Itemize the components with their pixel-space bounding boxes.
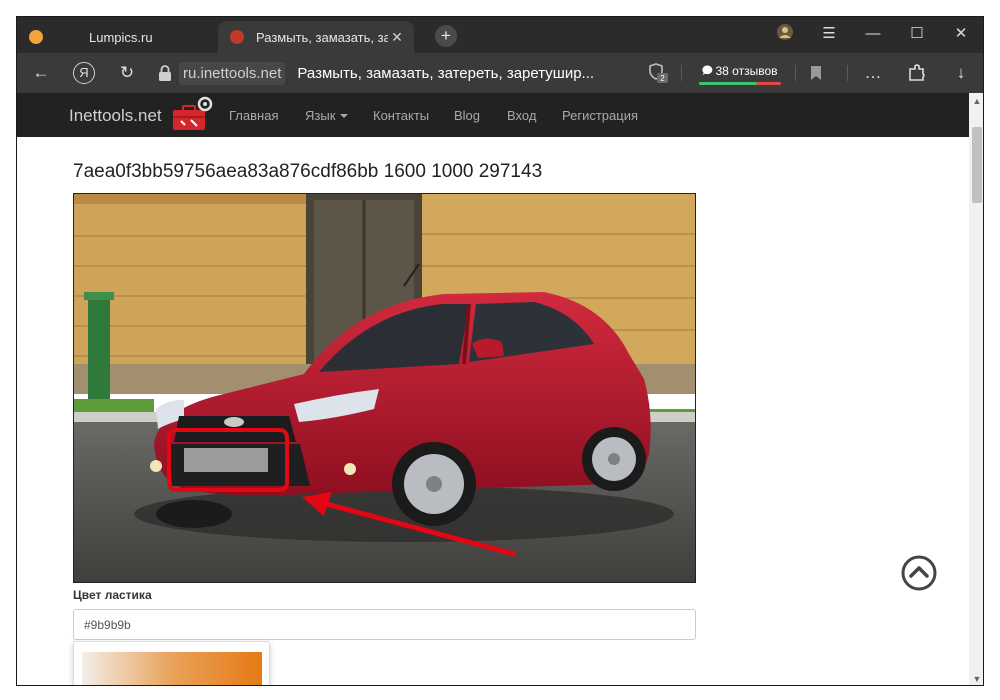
- protect-badge: 2: [660, 74, 665, 83]
- inettools-favicon-icon: [230, 30, 244, 44]
- tab-strip: Lumpics.ru Размыть, замазать, зате ✕ + ☰…: [17, 17, 983, 53]
- divider: [795, 65, 796, 81]
- divider: [681, 65, 682, 81]
- shield-icon[interactable]: 2: [647, 62, 669, 84]
- chevron-up-circle-icon[interactable]: [899, 553, 939, 593]
- maximize-button[interactable]: ☐: [903, 23, 931, 45]
- scroll-down-arrow-icon[interactable]: ▼: [969, 671, 983, 685]
- eraser-color-label: Цвет ластика: [73, 588, 152, 602]
- scroll-up-arrow-icon[interactable]: ▲: [969, 93, 983, 109]
- avatar-icon[interactable]: [771, 23, 799, 45]
- car-photo: [74, 194, 695, 582]
- address-host: ru.inettools.net: [179, 61, 286, 85]
- nav-link-contacts[interactable]: Контакты: [373, 108, 429, 123]
- menu-icon[interactable]: ☰: [815, 23, 843, 45]
- caret-down-icon: [340, 114, 349, 118]
- nav-link-register[interactable]: Регистрация: [562, 108, 638, 123]
- new-tab-button[interactable]: +: [435, 25, 457, 47]
- reviews-button[interactable]: 38 отзывов: [697, 61, 783, 85]
- nav-link-home[interactable]: Главная: [229, 108, 278, 123]
- color-picker-gradient[interactable]: [82, 652, 262, 685]
- comment-icon: [702, 65, 713, 75]
- more-button[interactable]: …: [861, 62, 885, 84]
- nav-link-blog[interactable]: Blog: [454, 108, 480, 123]
- vertical-scrollbar[interactable]: ▲ ▼: [969, 93, 983, 685]
- reload-button[interactable]: ↻: [115, 62, 139, 84]
- address-bar[interactable]: ru.inettools.net Размыть, замазать, зате…: [157, 59, 647, 87]
- browser-window: Lumpics.ru Размыть, замазать, зате ✕ + ☰…: [16, 16, 984, 686]
- nav-language-dropdown[interactable]: Язык: [305, 108, 349, 123]
- nav-link-login[interactable]: Вход: [507, 108, 536, 123]
- scrollbar-thumb[interactable]: [972, 127, 982, 203]
- tab-title: Lumpics.ru: [89, 29, 153, 45]
- divider: [847, 65, 848, 81]
- toolbox-icon: [173, 96, 213, 130]
- photo-canvas[interactable]: [73, 193, 696, 583]
- yandex-button[interactable]: Я: [73, 62, 95, 84]
- lock-icon: [159, 65, 171, 81]
- image-title: 7aea0f3bb59756aea83a876cdf86bb 1600 1000…: [73, 161, 543, 182]
- nav-language-label: Язык: [305, 108, 336, 123]
- close-window-button[interactable]: ✕: [947, 23, 975, 45]
- navigation-bar: ← Я ↻ ru.inettools.net Размыть, замазать…: [17, 53, 983, 93]
- site-brand-link[interactable]: Inettools.net: [69, 106, 162, 126]
- tab-title: Размыть, замазать, зате: [256, 29, 388, 45]
- address-page-title: Размыть, замазать, затереть, заретушир..…: [297, 64, 595, 82]
- tab-lumpics[interactable]: Lumpics.ru: [17, 21, 217, 53]
- minimize-button[interactable]: —: [859, 23, 887, 45]
- eraser-color-input[interactable]: [73, 609, 696, 640]
- color-picker-popup[interactable]: [73, 641, 270, 685]
- lumpics-favicon-icon: [29, 30, 43, 44]
- tab-inettools[interactable]: Размыть, замазать, зате ✕: [218, 21, 414, 53]
- download-button[interactable]: ↓: [949, 62, 973, 84]
- bookmark-icon[interactable]: [809, 65, 823, 81]
- back-button[interactable]: ←: [29, 62, 53, 84]
- extensions-icon[interactable]: [907, 63, 927, 83]
- site-navbar: Inettools.net Главная Язык Контакты Blog…: [17, 93, 969, 137]
- reviews-label: 38 отзывов: [715, 64, 778, 78]
- page-viewport: Inettools.net Главная Язык Контакты Blog…: [17, 93, 983, 685]
- rating-bar: [699, 82, 781, 85]
- tab-close-icon[interactable]: ✕: [388, 29, 406, 46]
